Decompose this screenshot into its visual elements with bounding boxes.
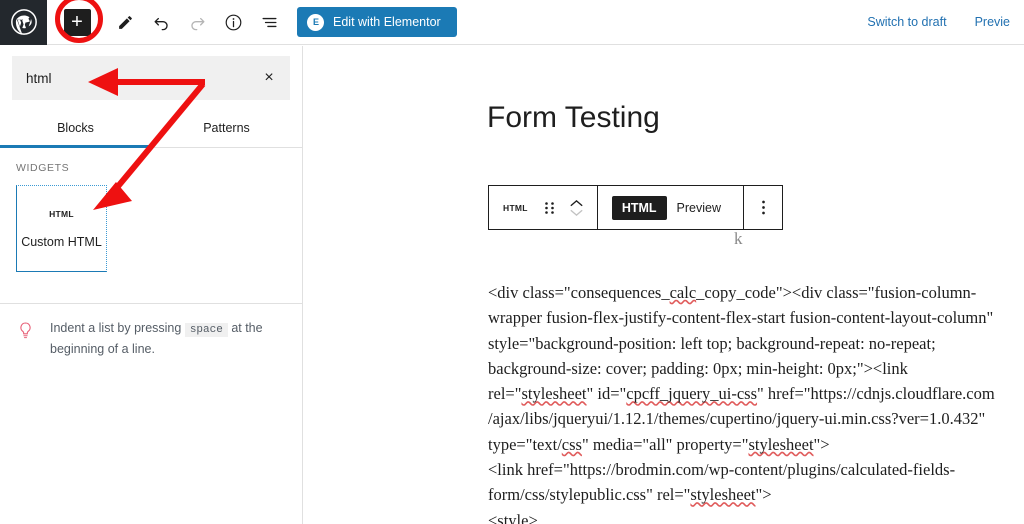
edit-tool-button[interactable] [107, 0, 143, 45]
header-actions: Switch to draft Previe [853, 0, 1024, 45]
block-item-label: Custom HTML [21, 234, 102, 249]
list-view-icon [261, 17, 277, 27]
code-line: type="text/css" media="all" property="st… [488, 434, 830, 454]
html-icon: HTML [49, 208, 74, 219]
widgets-section: WIDGETS HTML Custom HTML [0, 148, 302, 272]
page-title[interactable]: Form Testing [487, 101, 660, 135]
lightbulb-icon [14, 318, 36, 341]
code-line: <link href="https://brodmin.com/wp-conte… [488, 460, 956, 480]
search-field[interactable]: html × [12, 56, 290, 100]
wordpress-block-editor: + E Edit with Elementor Switch to draft … [0, 0, 1024, 524]
edit-with-elementor-button[interactable]: E Edit with Elementor [297, 7, 457, 37]
chevron-up-icon[interactable] [569, 199, 584, 208]
html-icon[interactable]: HTML [489, 203, 537, 213]
block-item-custom-html[interactable]: HTML Custom HTML [16, 185, 107, 272]
wordpress-logo-button[interactable] [0, 0, 47, 45]
pencil-icon [118, 15, 132, 29]
editor-canvas: Form Testing k HTML HTML Preview <div cl… [304, 46, 1024, 524]
close-icon[interactable]: × [260, 69, 278, 87]
ellipsis-vertical-icon[interactable] [744, 186, 782, 229]
search-input[interactable]: html [26, 71, 260, 86]
block-grid: HTML Custom HTML [16, 185, 286, 272]
redo-icon [190, 17, 205, 30]
editing-mode-group: HTML Preview [598, 186, 743, 229]
custom-html-code[interactable]: <div class="consequences_calc_copy_code"… [488, 280, 1008, 524]
undo-button[interactable] [143, 0, 179, 45]
tab-patterns-label: Patterns [203, 120, 250, 135]
elementor-icon: E [307, 13, 324, 31]
tip-keyboard-key: space [184, 323, 228, 337]
code-line: <div class="consequences_calc_copy_code"… [488, 283, 977, 302]
add-block-button[interactable]: + [63, 8, 91, 36]
code-line: <style> [488, 510, 538, 524]
redo-button[interactable] [179, 0, 215, 45]
code-line: background-size: cover; padding: 0px; mi… [488, 358, 908, 378]
code-line: form/css/stylepublic.css" rel="styleshee… [488, 485, 772, 505]
preview-button[interactable]: Previe [961, 15, 1024, 29]
details-info-button[interactable] [215, 0, 251, 45]
inserter-tip: Indent a list by pressing space at the b… [0, 303, 302, 374]
info-icon [225, 14, 241, 30]
block-toolbar: HTML HTML Preview [488, 185, 783, 230]
html-mode-button[interactable]: HTML [611, 195, 667, 220]
block-inserter-panel: html × Blocks Patterns WIDGETS HTML Cust… [0, 46, 303, 524]
tip-text: Indent a list by pressing space at the b… [36, 318, 284, 360]
tip-text-before: Indent a list by pressing [50, 321, 182, 335]
preview-mode-button[interactable]: Preview [677, 201, 743, 215]
edit-with-elementor-label: Edit with Elementor [333, 15, 441, 29]
block-movers [563, 199, 597, 217]
code-line: rel="stylesheet" id="cpcff_jquery_ui-css… [488, 384, 995, 404]
switch-to-draft-button[interactable]: Switch to draft [853, 15, 960, 29]
occluded-text: k [734, 229, 743, 248]
tab-patterns[interactable]: Patterns [151, 108, 302, 147]
inserter-tabs: Blocks Patterns [0, 108, 302, 148]
block-type-group: HTML [489, 186, 597, 229]
search-row: html × [0, 46, 302, 108]
add-block-container: + [47, 0, 107, 45]
code-line: style="background-position: left top; ba… [488, 333, 936, 353]
editor-header: + E Edit with Elementor Switch to draft … [0, 0, 1024, 45]
chevron-down-icon[interactable] [569, 208, 584, 217]
code-line: wrapper fusion-flex-justify-content-flex… [488, 308, 994, 328]
list-view-button[interactable] [251, 0, 287, 45]
tab-blocks-label: Blocks [57, 120, 94, 135]
drag-handle-icon[interactable] [537, 200, 563, 216]
tab-blocks[interactable]: Blocks [0, 108, 151, 148]
undo-icon [153, 17, 168, 30]
widgets-section-heading: WIDGETS [16, 162, 70, 174]
code-line: /ajax/libs/jqueryui/1.12.1/themes/cupert… [488, 409, 986, 429]
wordpress-logo-icon [10, 9, 37, 35]
